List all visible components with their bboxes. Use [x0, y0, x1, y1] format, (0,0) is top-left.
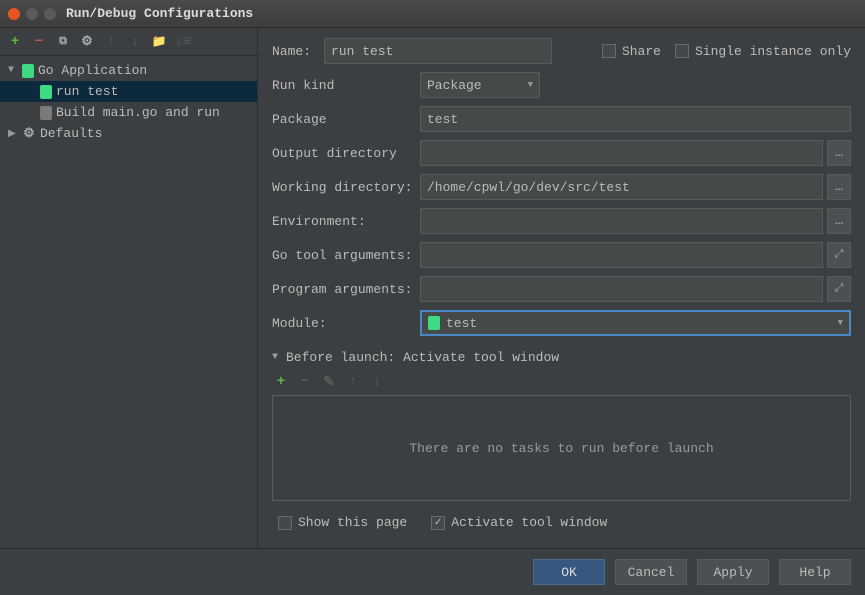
- maximize-icon[interactable]: [44, 8, 56, 20]
- folder-icon[interactable]: 📁: [152, 35, 166, 49]
- expand-icon[interactable]: ⤢: [827, 242, 851, 268]
- checkbox-icon: [278, 516, 292, 530]
- go-tool-args-label: Go tool arguments:: [272, 248, 420, 263]
- ok-button[interactable]: OK: [533, 559, 605, 585]
- empty-text: There are no tasks to run before launch: [409, 441, 713, 456]
- working-dir-browse-button[interactable]: …: [827, 174, 851, 200]
- before-launch-tasks: There are no tasks to run before launch: [272, 395, 851, 501]
- edit-icon: ✎: [322, 375, 336, 389]
- package-label: Package: [272, 112, 420, 127]
- output-dir-label: Output directory: [272, 146, 420, 161]
- down-icon: ↓: [128, 35, 142, 49]
- output-dir-browse-button[interactable]: …: [827, 140, 851, 166]
- output-dir-input[interactable]: [420, 140, 823, 166]
- module-select[interactable]: test ▼: [420, 310, 851, 336]
- name-input[interactable]: [324, 38, 552, 64]
- help-button[interactable]: Help: [779, 559, 851, 585]
- tree-label: run test: [56, 84, 118, 99]
- tree-node-go-application[interactable]: ▼ Go Application: [0, 60, 257, 81]
- tree-label: Build main.go and run: [56, 105, 220, 120]
- share-label: Share: [622, 44, 661, 59]
- copy-icon[interactable]: ⧉: [56, 35, 70, 49]
- tree-node-defaults[interactable]: ▶ ⚙ Defaults: [0, 123, 257, 144]
- share-checkbox[interactable]: Share: [602, 44, 661, 59]
- chevron-down-icon: ▼: [528, 80, 533, 90]
- add-icon[interactable]: +: [8, 35, 22, 49]
- checkbox-icon: [602, 44, 616, 58]
- checkbox-icon: [675, 44, 689, 58]
- window-title: Run/Debug Configurations: [66, 6, 253, 21]
- go-icon: [428, 316, 440, 330]
- run-kind-value: Package: [427, 78, 482, 93]
- environment-label: Environment:: [272, 214, 420, 229]
- gear-icon[interactable]: ⚙: [80, 35, 94, 49]
- dialog-footer: OK Cancel Apply Help: [0, 548, 865, 595]
- single-label: Single instance only: [695, 44, 851, 59]
- name-label: Name:: [272, 44, 324, 59]
- working-dir-label: Working directory:: [272, 180, 420, 195]
- sidebar: + − ⧉ ⚙ ↑ ↓ 📁 ↓≡ ▼ Go Application run te…: [0, 28, 258, 548]
- config-tree: ▼ Go Application run test Build main.go …: [0, 56, 257, 148]
- environment-browse-button[interactable]: …: [827, 208, 851, 234]
- up-icon: ↑: [346, 375, 360, 389]
- before-launch-header[interactable]: ▼ Before launch: Activate tool window: [272, 350, 851, 365]
- before-launch-title: Before launch: Activate tool window: [286, 350, 559, 365]
- module-value: test: [446, 316, 477, 331]
- gear-icon: ⚙: [22, 127, 36, 141]
- apply-button[interactable]: Apply: [697, 559, 769, 585]
- tree-node-run-test[interactable]: run test: [0, 81, 257, 102]
- checkbox-icon: [431, 516, 445, 530]
- run-kind-label: Run kind: [272, 78, 420, 93]
- remove-icon[interactable]: −: [32, 35, 46, 49]
- form-panel: Name: Share Single instance only Run kin…: [258, 28, 865, 548]
- program-args-label: Program arguments:: [272, 282, 420, 297]
- close-icon[interactable]: [8, 8, 20, 20]
- sort-icon: ↓≡: [176, 35, 190, 49]
- go-icon: [40, 85, 52, 99]
- cancel-button[interactable]: Cancel: [615, 559, 687, 585]
- show-page-label: Show this page: [298, 515, 407, 530]
- minimize-icon[interactable]: [26, 8, 38, 20]
- before-launch-toolbar: + − ✎ ↑ ↓: [272, 371, 851, 393]
- tree-node-build-main[interactable]: Build main.go and run: [0, 102, 257, 123]
- up-icon: ↑: [104, 35, 118, 49]
- program-args-input[interactable]: [420, 276, 823, 302]
- environment-input[interactable]: [420, 208, 823, 234]
- tree-label: Go Application: [38, 63, 147, 78]
- run-kind-select[interactable]: Package ▼: [420, 72, 540, 98]
- add-icon[interactable]: +: [274, 375, 288, 389]
- tree-label: Defaults: [40, 126, 102, 141]
- go-tool-args-input[interactable]: [420, 242, 823, 268]
- chevron-down-icon: ▼: [838, 318, 843, 328]
- sidebar-toolbar: + − ⧉ ⚙ ↑ ↓ 📁 ↓≡: [0, 28, 257, 56]
- package-input[interactable]: [420, 106, 851, 132]
- expand-icon[interactable]: ▶: [8, 128, 18, 140]
- expand-icon[interactable]: ⤢: [827, 276, 851, 302]
- remove-icon: −: [298, 375, 312, 389]
- show-page-checkbox[interactable]: Show this page: [278, 515, 407, 530]
- window-buttons: [8, 8, 56, 20]
- collapse-icon[interactable]: ▼: [272, 352, 282, 363]
- go-icon: [40, 106, 52, 120]
- working-dir-input[interactable]: [420, 174, 823, 200]
- expand-icon[interactable]: ▼: [8, 65, 18, 76]
- activate-tool-label: Activate tool window: [451, 515, 607, 530]
- activate-tool-checkbox[interactable]: Activate tool window: [431, 515, 607, 530]
- module-label: Module:: [272, 316, 420, 331]
- go-icon: [22, 64, 34, 78]
- down-icon: ↓: [370, 375, 384, 389]
- titlebar: Run/Debug Configurations: [0, 0, 865, 28]
- single-instance-checkbox[interactable]: Single instance only: [675, 44, 851, 59]
